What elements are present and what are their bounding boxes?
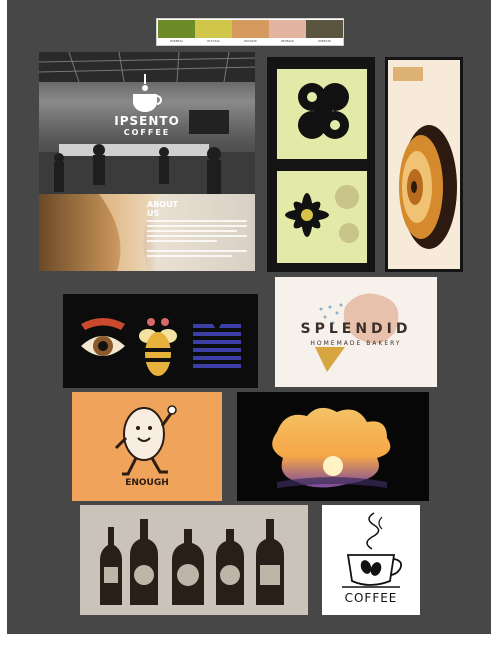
ipsento-cafe-photo: IPSENTO COFFEE (39, 52, 255, 194)
flower-pattern-illustration (277, 69, 367, 263)
palette-swatch (269, 20, 306, 38)
ipsento-about-panel: ABOUT US (39, 194, 255, 271)
palette-swatch (232, 20, 269, 38)
palette-hex-label: #6E8B2A (170, 39, 183, 43)
splendid-subtitle: HOMEMADE BAKERY (310, 340, 402, 347)
lime-pattern-card (267, 57, 375, 272)
eye-bee-m-poster (63, 294, 258, 388)
splendid-bakery-card: SPLENDID HOMEMADE BAKERY (275, 277, 437, 387)
ipsento-brand-subtitle: COFFEE (123, 128, 171, 137)
about-heading: ABOUT US (147, 200, 179, 218)
growler-bottles-photo (80, 505, 308, 615)
splendid-title: SPLENDID (300, 321, 412, 337)
palette-hex-label: #5B5540 (318, 39, 331, 43)
ipsento-brand-name: IPSENTO (114, 114, 180, 128)
eye-bee-m-illustration (81, 318, 241, 376)
coffee-wordmark: COFFEE (344, 591, 398, 605)
palette-hex-label: #D79A5E (244, 39, 257, 43)
palette-swatch (195, 20, 232, 38)
coffee-logo-card: COFFEE (322, 505, 420, 615)
about-body-text (147, 220, 247, 260)
sunset-cloud-illustration (272, 407, 391, 488)
palette-swatch (306, 20, 343, 38)
palette-hex-label: #CFC64A (207, 39, 220, 43)
palette-hex-label: #E3B4A0 (281, 39, 294, 43)
bottles-illustration (100, 519, 284, 605)
enough-wordmark: ENOUGH (125, 478, 169, 488)
enough-mascot-card: ENOUGH (72, 392, 222, 501)
record-poster-card (385, 57, 463, 272)
color-palette: #6E8B2A #CFC64A #D79A5E #E3B4A0 #5B5540 (156, 18, 344, 46)
palette-swatch (158, 20, 195, 38)
vinyl-record-illustration (388, 60, 460, 269)
sunset-cloud-card (237, 392, 429, 501)
